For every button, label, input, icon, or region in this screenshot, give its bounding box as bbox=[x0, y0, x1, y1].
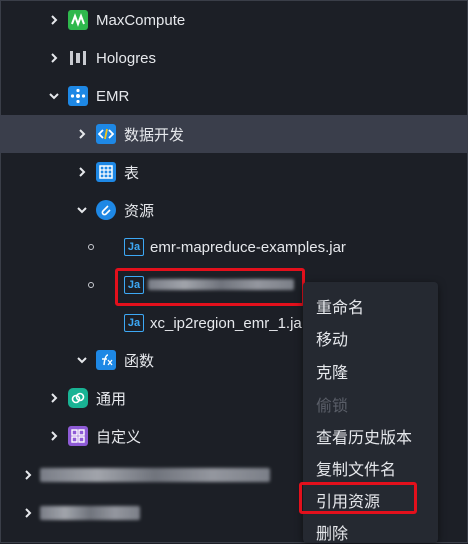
chevron-right-icon[interactable] bbox=[20, 467, 36, 483]
chevron-right-icon[interactable] bbox=[46, 428, 62, 444]
common-icon bbox=[68, 388, 88, 408]
tree-label-table: 表 bbox=[124, 164, 140, 182]
tree-label-function: 函数 bbox=[124, 352, 155, 370]
tree-label-file-mapreduce: emr-mapreduce-examples.jar bbox=[150, 238, 346, 256]
tree-item-emr[interactable]: EMR bbox=[0, 77, 468, 115]
menu-item-view-history[interactable]: 查看历史版本 bbox=[316, 424, 412, 448]
function-icon bbox=[96, 350, 116, 370]
jar-file-icon: Ja bbox=[124, 314, 144, 332]
highlight-box-menu bbox=[299, 482, 417, 514]
tree-label-common: 通用 bbox=[96, 390, 127, 408]
tree-item-maxcompute[interactable]: MaxCompute bbox=[0, 1, 468, 39]
tree-label-resource: 资源 bbox=[124, 202, 155, 220]
highlight-box-file bbox=[115, 268, 305, 306]
menu-item-steal-lock: 偷锁 bbox=[316, 398, 349, 415]
chevron-right-icon[interactable] bbox=[46, 390, 62, 406]
custom-icon bbox=[68, 426, 88, 446]
menu-item-copy-filename[interactable]: 复制文件名 bbox=[316, 456, 396, 480]
tree-item-data-development[interactable]: 数据开发 bbox=[0, 115, 468, 153]
chevron-right-icon[interactable] bbox=[74, 126, 90, 142]
menu-item-delete[interactable]: 删除 bbox=[316, 520, 348, 544]
chevron-down-icon[interactable] bbox=[74, 202, 90, 218]
chevron-right-icon[interactable] bbox=[74, 164, 90, 180]
chevron-down-icon[interactable] bbox=[74, 352, 90, 368]
tree-label-custom: 自定义 bbox=[96, 428, 142, 446]
tree-item-hologres[interactable]: Hologres bbox=[0, 39, 468, 77]
paperclip-icon bbox=[96, 200, 116, 220]
menu-item-clone[interactable]: 克隆 bbox=[316, 359, 348, 383]
redacted-label bbox=[40, 468, 270, 482]
tree-label-hologres: Hologres bbox=[96, 49, 157, 67]
emr-icon bbox=[68, 86, 88, 106]
maxcompute-icon bbox=[68, 10, 88, 30]
bullet-icon bbox=[88, 282, 94, 288]
tree-label-maxcompute: MaxCompute bbox=[96, 11, 186, 29]
tree-item-table[interactable]: 表 bbox=[0, 153, 468, 191]
redacted-label bbox=[40, 506, 140, 520]
chevron-right-icon[interactable] bbox=[20, 505, 36, 521]
tree-label-emr: EMR bbox=[96, 87, 130, 105]
menu-item-rename[interactable]: 重命名 bbox=[316, 294, 364, 318]
menu-item-move[interactable]: 移动 bbox=[316, 326, 348, 350]
hologres-icon bbox=[68, 48, 88, 68]
chevron-right-icon[interactable] bbox=[46, 12, 62, 28]
code-icon bbox=[96, 124, 116, 144]
tree-item-resource[interactable]: 资源 bbox=[0, 191, 468, 229]
jar-file-icon: Ja bbox=[124, 238, 144, 256]
chevron-down-icon[interactable] bbox=[46, 88, 62, 104]
bullet-icon bbox=[88, 244, 94, 250]
tree-item-file-mapreduce[interactable]: Ja emr-mapreduce-examples.jar bbox=[0, 228, 468, 266]
chevron-right-icon[interactable] bbox=[46, 50, 62, 66]
tree-label-data-development: 数据开发 bbox=[124, 126, 185, 144]
table-icon bbox=[96, 162, 116, 182]
tree-label-file-ip2region: xc_ip2region_emr_1.ja bbox=[150, 314, 302, 332]
